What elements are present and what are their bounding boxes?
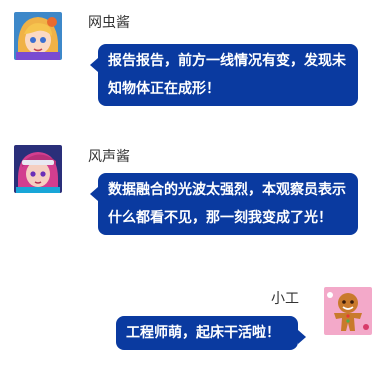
message-text: 报告报告，前方一线情况有变，发现未知物体正在成形！ — [108, 53, 346, 97]
gingerbread-man-avatar-icon — [324, 287, 372, 335]
sender-name: 小工 — [271, 291, 299, 307]
message-text: 工程师萌，起床干活啦！ — [126, 325, 280, 341]
message-bubble: 工程师萌，起床干活啦！ — [116, 316, 306, 350]
avatar-fengshengjiang[interactable] — [14, 145, 62, 193]
blonde-girl-avatar-icon — [14, 12, 62, 60]
avatar-xiaogong[interactable] — [324, 287, 372, 335]
avatar-wangchongjiang[interactable] — [14, 12, 62, 60]
sender-name: 风声酱 — [88, 149, 130, 165]
sender-name: 网虫酱 — [88, 15, 130, 31]
message-bubble: 报告报告，前方一线情况有变，发现未知物体正在成形！ — [90, 44, 358, 106]
message-text: 数据融合的光波太强烈，本观察员表示什么都看不见，那一刻我变成了光！ — [108, 182, 346, 226]
message-bubble: 数据融合的光波太强烈，本观察员表示什么都看不见，那一刻我变成了光！ — [90, 173, 358, 235]
pink-hair-girl-avatar-icon — [14, 145, 62, 193]
